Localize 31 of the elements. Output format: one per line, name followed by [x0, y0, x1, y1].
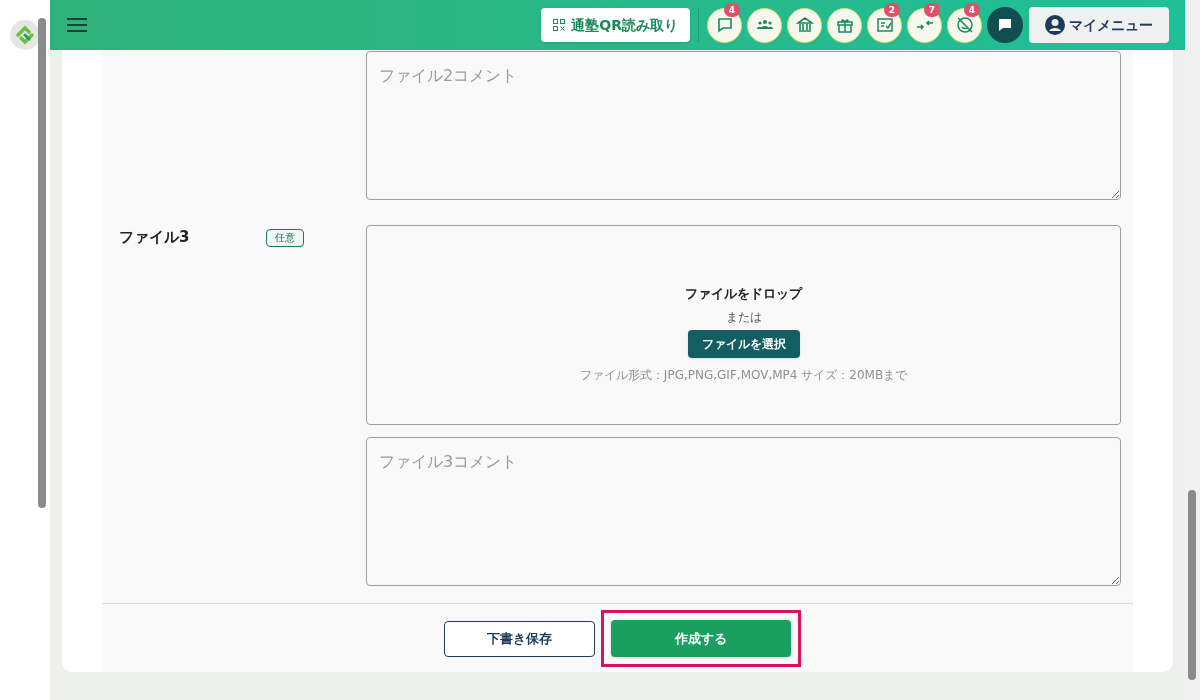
bank-icon: [795, 16, 814, 34]
qr-icon: [553, 19, 566, 31]
logo-icon[interactable]: [10, 20, 40, 50]
checklist-icon: [875, 16, 894, 34]
drop-title: ファイルをドロップ: [685, 285, 802, 304]
qr-scan-button[interactable]: 通塾QR読み取り: [541, 8, 690, 42]
select-file-button[interactable]: ファイルを選択: [687, 329, 800, 358]
comment-field[interactable]: ファイル2コメント: [366, 51, 1121, 200]
or-text: または: [725, 308, 762, 326]
file-drop-zone[interactable]: ファイルをドロップ または ファイルを選択 ファイル形式：JPG,PNG,GIF,MOV,MP4 サイズ：20MBまで: [366, 225, 1121, 425]
user-icon: [1045, 15, 1065, 35]
scrollbar-thumb[interactable]: [1188, 490, 1196, 680]
field-label: ファイル3: [119, 227, 191, 248]
scrollbar-thumb[interactable]: [38, 18, 46, 508]
chat-bubble-icon: [715, 16, 734, 34]
menu-icon[interactable]: [66, 17, 88, 33]
create-button[interactable]: 作成する: [611, 620, 791, 657]
comment-field[interactable]: ファイル3コメント: [366, 437, 1121, 586]
message-icon: [996, 16, 1014, 34]
optional-tag: 任意: [266, 229, 304, 247]
file-format-hint: ファイル形式：JPG,PNG,GIF,MOV,MP4 サイズ：20MBまで: [579, 366, 908, 384]
notification-badge: 4: [724, 2, 740, 17]
header-icon-button[interactable]: [987, 7, 1023, 43]
notification-badge: 7: [924, 2, 940, 17]
notification-badge: 2: [884, 2, 900, 17]
gift-icon: [835, 16, 854, 34]
face-off-icon: [955, 16, 974, 34]
save-draft-button[interactable]: 下書き保存: [444, 621, 595, 657]
my-menu-button[interactable]: マイメニュー: [1029, 7, 1169, 43]
notification-badge: 4: [964, 2, 980, 17]
header-icon-button[interactable]: [747, 7, 782, 43]
